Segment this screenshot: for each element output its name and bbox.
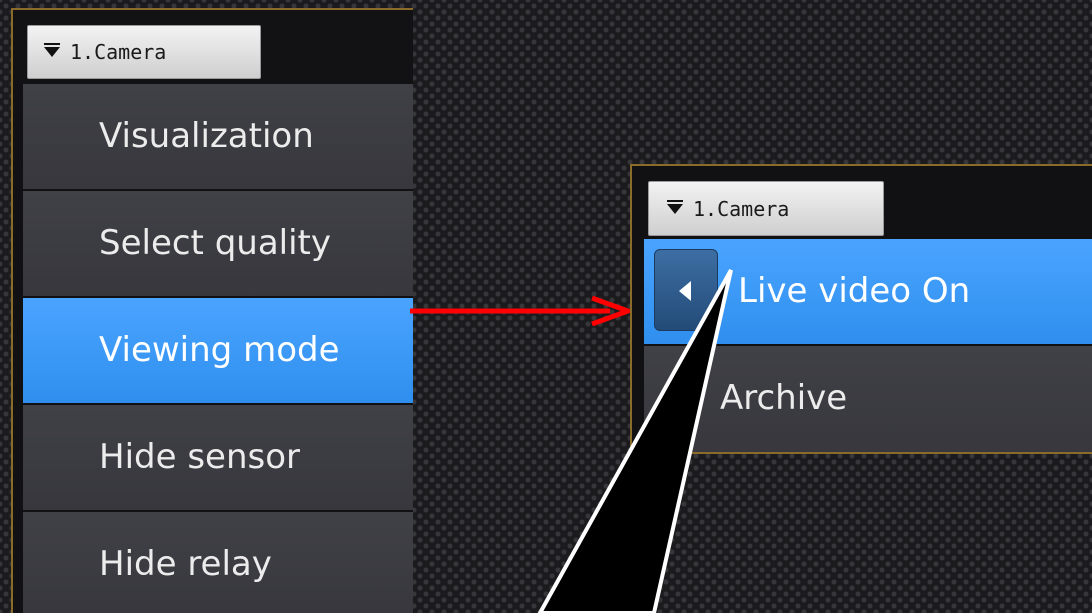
menu-item-visualization[interactable]: Visualization xyxy=(23,84,413,189)
chevron-down-icon xyxy=(44,43,60,57)
menu-item-viewing-mode[interactable]: Viewing mode xyxy=(23,298,413,403)
camera-menu-panel-right: 1.Camera Live video On Archive xyxy=(630,164,1092,454)
back-button[interactable] xyxy=(654,249,718,331)
menu-item-label: Live video On xyxy=(738,271,971,311)
camera-menu-panel-left: 1.Camera Visualization Select quality Vi… xyxy=(11,8,413,613)
arrow-left-icon xyxy=(679,281,691,301)
chevron-down-icon xyxy=(667,199,683,214)
camera-select-button-submenu[interactable]: 1.Camera xyxy=(648,181,884,236)
camera-context-menu: Visualization Select quality Viewing mod… xyxy=(23,84,413,613)
red-arrow-icon xyxy=(410,296,635,326)
menu-item-select-quality[interactable]: Select quality xyxy=(23,191,413,296)
camera-select-label: 1.Camera xyxy=(70,40,167,64)
camera-select-label: 1.Camera xyxy=(693,196,790,221)
menu-item-live-video-on[interactable]: Live video On xyxy=(644,239,1092,344)
camera-select-button[interactable]: 1.Camera xyxy=(27,25,261,79)
menu-item-hide-relay[interactable]: Hide relay xyxy=(23,512,413,613)
panel-header: 1.Camera xyxy=(13,10,413,84)
menu-item-hide-sensor[interactable]: Hide sensor xyxy=(23,405,413,510)
menu-item-archive[interactable]: Archive xyxy=(644,346,1092,452)
